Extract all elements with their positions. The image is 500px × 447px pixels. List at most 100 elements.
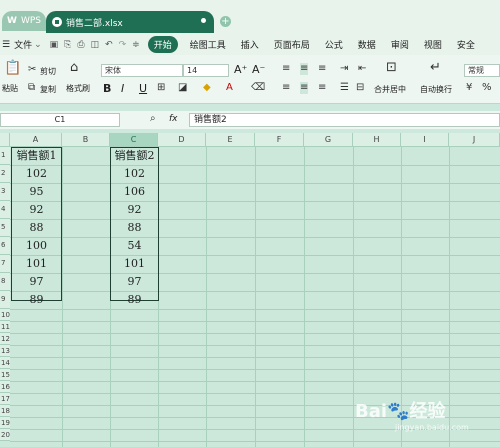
align-top-icon[interactable]: ≡ bbox=[282, 63, 290, 75]
menu-tab-home[interactable]: 开始 bbox=[147, 36, 178, 53]
row-header-19[interactable]: 19 bbox=[0, 417, 10, 429]
underline-button[interactable]: U bbox=[139, 82, 147, 95]
font-size-select[interactable]: 14 bbox=[183, 64, 229, 77]
font-shrink-button[interactable]: A⁻ bbox=[252, 63, 265, 76]
merge-center-button[interactable]: 合并居中 bbox=[374, 84, 406, 95]
row-header-6[interactable]: 6 bbox=[0, 237, 10, 255]
file-tab[interactable]: 销售二部.xlsx bbox=[46, 11, 214, 33]
cell-c3[interactable]: 106 bbox=[110, 183, 159, 201]
align-left-icon[interactable]: ≡ bbox=[282, 82, 290, 94]
cell-c4[interactable]: 92 bbox=[110, 201, 159, 219]
column-header-a[interactable]: A bbox=[10, 133, 62, 147]
cell-c1[interactable]: 销售额2 bbox=[110, 147, 159, 165]
fx-button[interactable]: fx bbox=[169, 114, 178, 124]
font-grow-button[interactable]: A⁺ bbox=[234, 63, 247, 76]
format-painter-button[interactable]: 格式刷 bbox=[66, 83, 90, 94]
row-header-7[interactable]: 7 bbox=[0, 255, 10, 273]
cell-a9[interactable]: 89 bbox=[11, 291, 62, 309]
wrap-text-icon[interactable]: ↵ bbox=[430, 61, 441, 74]
cell-c9[interactable]: 89 bbox=[110, 291, 159, 309]
cell-a6[interactable]: 100 bbox=[11, 237, 62, 255]
cell-c8[interactable]: 97 bbox=[110, 273, 159, 291]
row-header-9[interactable]: 9 bbox=[0, 291, 10, 309]
chevron-down-icon[interactable]: ⌄ bbox=[34, 40, 42, 50]
outdent-icon[interactable]: ⇤ bbox=[358, 63, 366, 75]
cell-c7[interactable]: 101 bbox=[110, 255, 159, 273]
cell-c6[interactable]: 54 bbox=[110, 237, 159, 255]
row-header-4[interactable]: 4 bbox=[0, 201, 10, 219]
formula-input[interactable]: 销售额2 bbox=[189, 113, 500, 127]
row-header-1[interactable]: 1 bbox=[0, 147, 10, 165]
distributed-icon[interactable]: ⊟ bbox=[356, 82, 364, 94]
row-header-15[interactable]: 15 bbox=[0, 369, 10, 381]
cell-a5[interactable]: 88 bbox=[11, 219, 62, 237]
column-header-e[interactable]: E bbox=[206, 133, 255, 147]
print-icon[interactable]: ⎙ bbox=[77, 40, 84, 50]
redo-icon[interactable]: ↷ bbox=[119, 40, 127, 50]
row-header-5[interactable]: 5 bbox=[0, 219, 10, 237]
export-icon[interactable]: ⎘ bbox=[64, 40, 71, 50]
scissors-icon[interactable]: ✂ bbox=[28, 64, 36, 76]
row-header-13[interactable]: 13 bbox=[0, 345, 10, 357]
merge-center-icon[interactable]: ⊡ bbox=[386, 61, 397, 74]
copy-button[interactable]: 复制 bbox=[40, 84, 56, 95]
format-painter-icon[interactable]: ⌂ bbox=[70, 61, 78, 74]
select-all-corner[interactable] bbox=[0, 133, 10, 147]
border-icon[interactable]: ⊞ bbox=[157, 82, 165, 94]
column-header-j[interactable]: J bbox=[449, 133, 500, 147]
align-right-icon[interactable]: ≡ bbox=[318, 82, 326, 94]
row-header-18[interactable]: 18 bbox=[0, 405, 10, 417]
row-header-12[interactable]: 12 bbox=[0, 333, 10, 345]
column-header-d[interactable]: D bbox=[158, 133, 206, 147]
fill-color-icon[interactable]: ◪ bbox=[178, 82, 187, 94]
bold-button[interactable]: B bbox=[103, 82, 111, 95]
align-middle-icon[interactable]: ≡ bbox=[300, 63, 309, 75]
column-header-i[interactable]: I bbox=[401, 133, 449, 147]
row-header-17[interactable]: 17 bbox=[0, 393, 10, 405]
copy-icon[interactable]: ⧉ bbox=[28, 82, 35, 94]
menu-tab-formulas[interactable]: 公式 bbox=[325, 38, 343, 51]
zoom-icon[interactable]: ⌕ bbox=[150, 113, 156, 125]
undo-icon[interactable]: ↶ bbox=[105, 40, 113, 50]
percent-icon[interactable]: % bbox=[482, 82, 492, 94]
row-header-14[interactable]: 14 bbox=[0, 357, 10, 369]
column-header-f[interactable]: F bbox=[255, 133, 304, 147]
new-tab-button[interactable]: + bbox=[220, 16, 231, 27]
auto-wrap-button[interactable]: 自动换行 bbox=[420, 84, 452, 95]
row-header-3[interactable]: 3 bbox=[0, 183, 10, 201]
font-color-icon[interactable]: A bbox=[226, 82, 233, 94]
justify-icon[interactable]: ☰ bbox=[340, 82, 349, 94]
cell-a7[interactable]: 101 bbox=[11, 255, 62, 273]
cell-a2[interactable]: 102 bbox=[11, 165, 62, 183]
number-format-select[interactable]: 常规 bbox=[464, 64, 500, 77]
menu-tab-drawing-tools[interactable]: 绘图工具 bbox=[190, 38, 226, 51]
row-header-16[interactable]: 16 bbox=[0, 381, 10, 393]
cut-button[interactable]: 剪切 bbox=[40, 66, 56, 77]
preview-icon[interactable]: ◫ bbox=[91, 40, 100, 50]
row-header-2[interactable]: 2 bbox=[0, 165, 10, 183]
align-bottom-icon[interactable]: ≡ bbox=[318, 63, 326, 75]
column-header-b[interactable]: B bbox=[62, 133, 110, 147]
menu-tab-security[interactable]: 安全 bbox=[457, 38, 475, 51]
menu-tab-page-layout[interactable]: 页面布局 bbox=[274, 38, 310, 51]
paste-icon[interactable]: 📋 bbox=[4, 61, 21, 75]
cell-c2[interactable]: 102 bbox=[110, 165, 159, 183]
paste-button[interactable]: 粘贴 bbox=[2, 83, 18, 94]
currency-icon[interactable]: ¥ bbox=[466, 82, 472, 94]
cell-a1[interactable]: 销售额1 bbox=[11, 147, 62, 165]
save-icon[interactable]: ▣ bbox=[50, 40, 59, 50]
column-header-c[interactable]: C bbox=[110, 133, 158, 147]
row-header-20[interactable]: 20 bbox=[0, 429, 10, 441]
menu-file[interactable]: 文件 bbox=[14, 38, 32, 51]
highlight-icon[interactable]: ◆ bbox=[203, 82, 211, 94]
customize-icon[interactable]: ≑ bbox=[132, 40, 140, 50]
indent-icon[interactable]: ⇥ bbox=[340, 63, 348, 75]
cell-a8[interactable]: 97 bbox=[11, 273, 62, 291]
row-header-10[interactable]: 10 bbox=[0, 309, 10, 321]
column-header-g[interactable]: G bbox=[304, 133, 353, 147]
row-header-11[interactable]: 11 bbox=[0, 321, 10, 333]
column-header-h[interactable]: H bbox=[353, 133, 401, 147]
hamburger-icon[interactable]: ☰ bbox=[2, 40, 10, 50]
unsaved-dot-icon[interactable] bbox=[201, 18, 206, 23]
cell-a4[interactable]: 92 bbox=[11, 201, 62, 219]
